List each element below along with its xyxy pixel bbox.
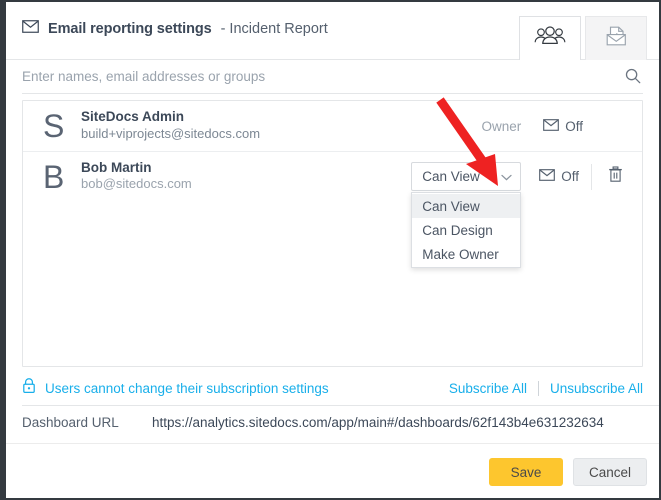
envelope-icon: [543, 118, 560, 134]
role-option-can-view[interactable]: Can View: [412, 194, 521, 218]
subscription-lock-label: Users cannot change their subscription s…: [45, 380, 329, 396]
dialog-footer: Save Cancel: [489, 458, 647, 486]
people-group-icon: [533, 26, 567, 51]
search-icon[interactable]: [625, 68, 641, 89]
subscription-lock-toggle[interactable]: Users cannot change their subscription s…: [22, 377, 329, 399]
role-option-make-owner[interactable]: Make Owner: [412, 242, 520, 266]
dashboard-url-value[interactable]: https://analytics.sitedocs.com/app/main#…: [152, 415, 604, 430]
recipient-list: S SiteDocs Admin build+viprojects@sitedo…: [22, 100, 643, 367]
tab-bar: [519, 14, 647, 60]
dialog-header: Email reporting settings - Incident Repo…: [6, 2, 659, 60]
user-info: Bob Martin bob@sitedocs.com: [81, 160, 411, 194]
envelope-icon: [22, 20, 39, 38]
dashboard-url-label: Dashboard URL: [22, 414, 119, 430]
user-info: SiteDocs Admin build+viprojects@sitedocs…: [81, 109, 481, 143]
cancel-button[interactable]: Cancel: [573, 458, 647, 486]
envelope-icon: [539, 169, 556, 184]
lock-icon: [22, 377, 36, 399]
user-name: SiteDocs Admin: [81, 109, 185, 125]
role-select-value: Can View: [422, 169, 480, 184]
avatar: S: [43, 108, 65, 144]
link-divider: [537, 380, 539, 396]
subscribe-all-link[interactable]: Subscribe All: [449, 381, 527, 396]
role-option-can-design[interactable]: Can Design: [412, 218, 520, 242]
footer-separator: [6, 443, 659, 444]
page-title-text: Email reporting settings: [48, 21, 212, 37]
subscription-state-label: Off: [565, 118, 583, 134]
user-email: bob@sitedocs.com: [81, 176, 192, 192]
bulk-subscription-actions: Subscribe All Unsubscribe All: [449, 380, 643, 396]
subscription-toggle[interactable]: Off: [539, 169, 579, 184]
search-input[interactable]: [22, 69, 582, 84]
role-select-wrapper: Can View Can View Can Design Make Owner: [411, 162, 522, 268]
chevron-down-icon: [501, 171, 512, 183]
avatar: B: [43, 158, 65, 195]
save-button[interactable]: Save: [489, 458, 563, 486]
subscription-bar: Users cannot change their subscription s…: [22, 374, 643, 402]
subscription-state-label: Off: [561, 169, 579, 184]
recipient-search-row: [22, 60, 643, 94]
email-reporting-settings-dialog: Email reporting settings - Incident Repo…: [0, 0, 661, 500]
page-title: Email reporting settings - Incident Repo…: [22, 20, 328, 38]
trash-icon: [608, 165, 623, 188]
role-select[interactable]: Can View: [411, 162, 522, 191]
dashboard-url-row: Dashboard URL https://analytics.sitedocs…: [22, 405, 659, 439]
subscription-toggle[interactable]: Off: [543, 119, 583, 134]
role-select-menu: Can View Can Design Make Owner: [411, 192, 522, 268]
user-name: Bob Martin: [81, 159, 152, 175]
page-subtitle-text: - Incident Report: [220, 21, 328, 37]
user-email: build+viprojects@sitedocs.com: [81, 125, 261, 141]
envelope-chart-icon: [603, 25, 629, 52]
unsubscribe-all-link[interactable]: Unsubscribe All: [550, 381, 643, 396]
table-row: B Bob Martin bob@sitedocs.com Can View C…: [23, 151, 642, 268]
table-row: S SiteDocs Admin build+viprojects@sitedo…: [23, 101, 642, 151]
delete-recipient-button[interactable]: [602, 165, 628, 188]
tab-users[interactable]: [519, 16, 581, 60]
tab-report[interactable]: [585, 16, 647, 60]
row-divider: [591, 163, 592, 190]
role-static-owner: Owner: [481, 118, 522, 134]
